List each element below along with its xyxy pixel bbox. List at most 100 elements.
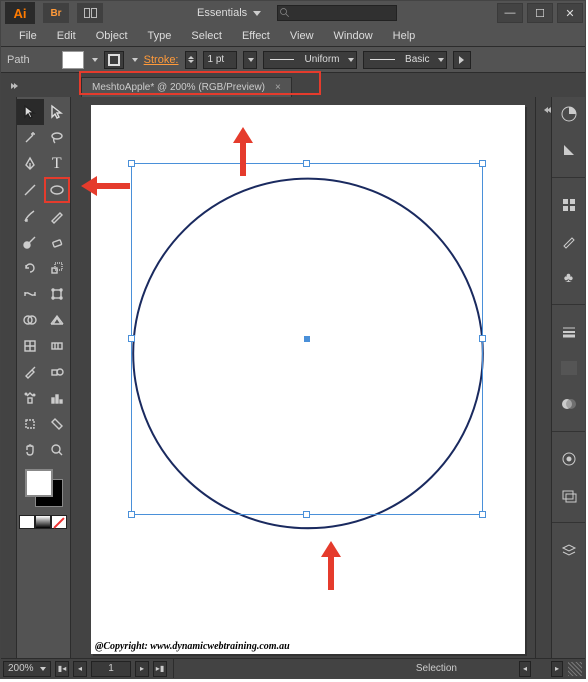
stroke-dropdown-icon[interactable] xyxy=(132,58,138,62)
slice-tool[interactable] xyxy=(44,411,71,437)
window-close-button[interactable]: ✕ xyxy=(557,3,583,23)
type-tool[interactable]: T xyxy=(44,151,71,177)
line-segment-tool[interactable] xyxy=(17,177,44,203)
width-tool[interactable] xyxy=(17,281,44,307)
status-mode-label: Selection xyxy=(416,663,457,674)
canvas[interactable]: @Copyright: www.dynamicwebtraining.com.a… xyxy=(71,97,535,658)
hand-tool[interactable] xyxy=(17,437,44,463)
close-tab-icon[interactable]: × xyxy=(275,82,281,93)
menu-edit[interactable]: Edit xyxy=(47,30,86,42)
transparency-panel-icon[interactable] xyxy=(558,393,580,415)
selection-handle[interactable] xyxy=(128,160,135,167)
color-mode-none[interactable] xyxy=(51,515,67,529)
lasso-tool[interactable] xyxy=(44,125,71,151)
brushes-panel-icon[interactable] xyxy=(558,230,580,252)
menu-help[interactable]: Help xyxy=(383,30,426,42)
artboard-nav-last[interactable]: ▸▮ xyxy=(153,661,167,677)
document-tab-title: MeshtoApple* @ 200% (RGB/Preview) xyxy=(92,82,265,93)
workspace-switcher[interactable]: Essentials xyxy=(197,7,261,19)
stroke-panel-icon[interactable] xyxy=(558,321,580,343)
menu-file[interactable]: File xyxy=(9,30,47,42)
selection-tool[interactable] xyxy=(17,99,44,125)
fill-swatch[interactable] xyxy=(62,51,84,69)
eyedropper-tool[interactable] xyxy=(17,359,44,385)
window-maximize-button[interactable]: ☐ xyxy=(527,3,553,23)
scrollbar-right-icon[interactable]: ▸ xyxy=(551,661,563,677)
blend-tool[interactable] xyxy=(44,359,71,385)
paintbrush-tool[interactable] xyxy=(17,203,44,229)
fill-dropdown-icon[interactable] xyxy=(92,58,98,62)
swatches-panel-icon[interactable] xyxy=(558,194,580,216)
mesh-tool[interactable] xyxy=(17,333,44,359)
menu-view[interactable]: View xyxy=(280,30,324,42)
fill-stroke-indicator[interactable] xyxy=(17,467,71,513)
eraser-tool[interactable] xyxy=(44,229,71,255)
stroke-weight-stepper[interactable] xyxy=(185,51,197,69)
workspace-label: Essentials xyxy=(197,7,247,19)
artboard-nav-first[interactable]: ▮◂ xyxy=(55,661,69,677)
menu-type[interactable]: Type xyxy=(138,30,182,42)
left-strip xyxy=(1,97,17,658)
blob-brush-tool[interactable] xyxy=(17,229,44,255)
menu-select[interactable]: Select xyxy=(181,30,232,42)
zoom-level-field[interactable]: 200% xyxy=(3,661,51,677)
column-graph-tool[interactable] xyxy=(44,385,71,411)
callout-rectangle xyxy=(44,177,71,203)
search-input[interactable] xyxy=(277,5,397,21)
zoom-tool[interactable] xyxy=(44,437,71,463)
menu-object[interactable]: Object xyxy=(86,30,138,42)
color-guide-icon[interactable] xyxy=(558,139,580,161)
artboard-nav-next[interactable]: ▸ xyxy=(135,661,149,677)
artboard-tool[interactable] xyxy=(17,411,44,437)
appearance-panel-icon[interactable] xyxy=(558,448,580,470)
stroke-label[interactable]: Stroke: xyxy=(144,54,179,66)
symbols-panel-icon[interactable]: ♣ xyxy=(558,266,580,288)
pen-tool[interactable] xyxy=(17,151,44,177)
arrange-documents-icon[interactable] xyxy=(77,3,103,23)
control-bar-more[interactable] xyxy=(453,51,471,69)
menu-effect[interactable]: Effect xyxy=(232,30,280,42)
brush-definition[interactable]: Basic xyxy=(363,51,447,69)
symbol-sprayer-tool[interactable] xyxy=(17,385,44,411)
gradient-panel-icon[interactable] xyxy=(558,357,580,379)
scrollbar-left-icon[interactable]: ◂ xyxy=(519,661,531,677)
stroke-weight-dropdown[interactable] xyxy=(243,51,257,69)
resize-grip-icon[interactable] xyxy=(568,662,582,676)
selection-bounding-box[interactable] xyxy=(131,163,483,515)
variable-width-profile[interactable]: Uniform xyxy=(263,51,357,69)
color-panel-icon[interactable] xyxy=(558,103,580,125)
bridge-button-icon[interactable]: Br xyxy=(43,3,69,23)
scale-tool[interactable] xyxy=(44,255,71,281)
copyright-text: @Copyright: www.dynamicwebtraining.com.a… xyxy=(95,641,290,652)
artboard-nav-prev[interactable]: ◂ xyxy=(73,661,87,677)
menu-window[interactable]: Window xyxy=(324,30,383,42)
selection-handle[interactable] xyxy=(128,511,135,518)
stroke-swatch[interactable] xyxy=(104,51,124,69)
panel-collapse-icon[interactable] xyxy=(7,76,21,96)
perspective-grid-tool[interactable] xyxy=(44,307,71,333)
document-tab[interactable]: MeshtoApple* @ 200% (RGB/Preview) × xyxy=(81,77,292,97)
window-minimize-button[interactable]: — xyxy=(497,3,523,23)
selection-handle[interactable] xyxy=(128,335,135,342)
ellipse-tool[interactable] xyxy=(44,177,71,203)
selection-handle[interactable] xyxy=(303,160,310,167)
free-transform-tool[interactable] xyxy=(44,281,71,307)
color-mode-gradient[interactable] xyxy=(35,515,51,529)
rotate-tool[interactable] xyxy=(17,255,44,281)
artboard-nav-field[interactable]: 1 xyxy=(91,661,131,677)
fill-indicator[interactable] xyxy=(25,469,53,497)
artboard[interactable]: @Copyright: www.dynamicwebtraining.com.a… xyxy=(91,105,525,654)
shape-builder-tool[interactable] xyxy=(17,307,44,333)
selection-handle[interactable] xyxy=(479,335,486,342)
pencil-tool[interactable] xyxy=(44,203,71,229)
color-mode-solid[interactable] xyxy=(19,515,35,529)
selection-handle[interactable] xyxy=(479,511,486,518)
stroke-weight-field[interactable]: 1 pt xyxy=(203,51,237,69)
selection-handle[interactable] xyxy=(303,511,310,518)
layers-panel-icon[interactable] xyxy=(558,539,580,561)
gradient-tool[interactable] xyxy=(44,333,71,359)
selection-handle[interactable] xyxy=(479,160,486,167)
graphic-styles-panel-icon[interactable] xyxy=(558,484,580,506)
magic-wand-tool[interactable] xyxy=(17,125,44,151)
direct-selection-tool[interactable] xyxy=(44,99,71,125)
